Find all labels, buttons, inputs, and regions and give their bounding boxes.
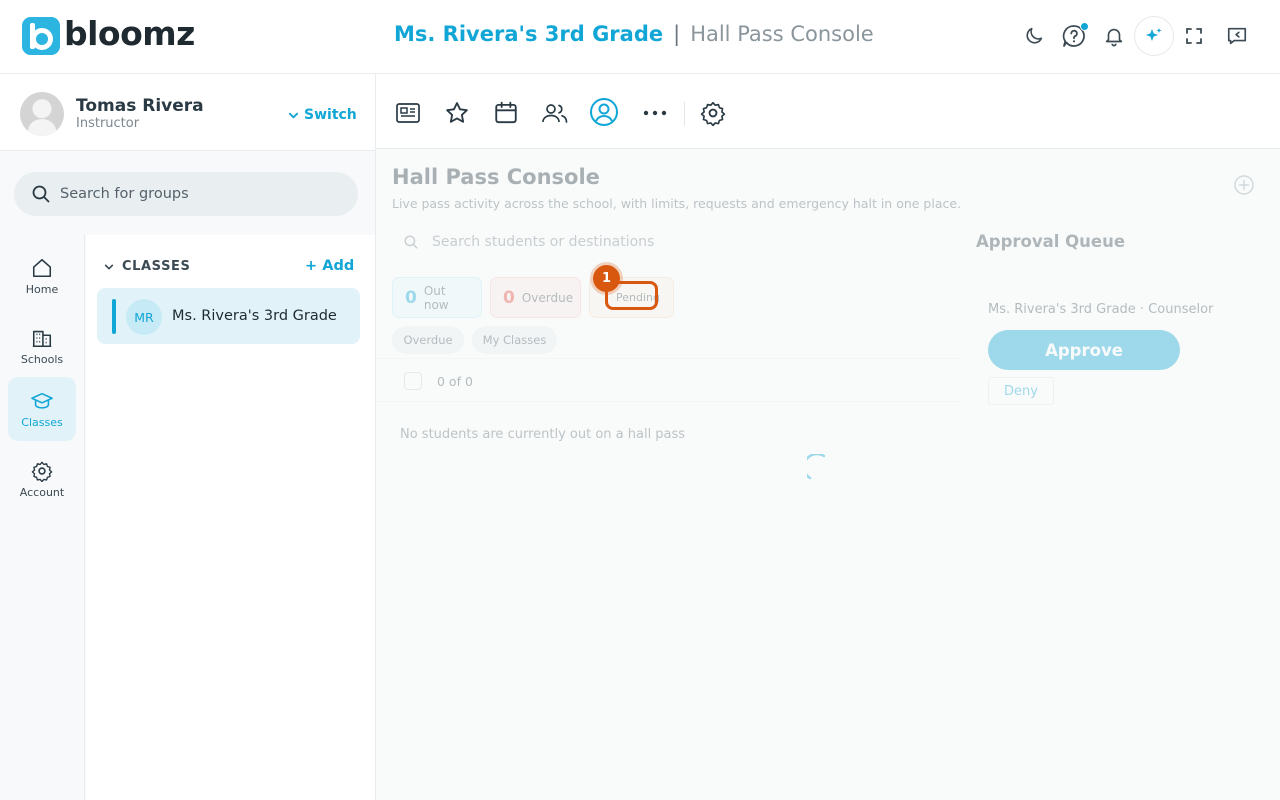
search-icon [404,235,418,249]
add-circle-icon[interactable] [1234,175,1254,195]
nav-label: Account [19,485,65,499]
approval-queue-card: Ms. Rivera's 3rd Grade · Counselor Appro… [960,262,1280,420]
overdue-label: Overdue [521,290,574,305]
add-class-label: Add [322,258,355,274]
settings-icon[interactable] [698,98,728,128]
overdue-count: 0 [503,287,515,308]
bloomz-logo-icon[interactable] [22,17,60,55]
chevron-down-icon [288,110,299,121]
tutorial-step-badge[interactable]: 1 [593,265,620,292]
left-pane: Search for groups Home Schools Classes A… [0,151,376,800]
nav-label: Classes [21,415,63,429]
nav-item-schools[interactable]: Schools [8,314,76,378]
nav-item-home[interactable]: Home [8,244,76,308]
queue-request-label: Ms. Rivera's 3rd Grade · Counselor [988,302,1214,317]
people-icon[interactable] [540,98,570,128]
out-now-label: Out now [423,283,449,312]
user-panel: Tomas Rivera Instructor Switch [0,74,376,151]
filter-my-classes[interactable]: My Classes [472,326,557,354]
student-search-input[interactable]: Search students or destinations [404,234,654,250]
approve-button[interactable]: Approve [988,330,1180,370]
nav-item-account[interactable]: Account [8,447,76,511]
class-title[interactable]: Ms. Rivera's 3rd Grade [394,22,663,46]
class-toolbar [376,74,1280,149]
user-role: Instructor [76,116,140,131]
add-class-button[interactable]: + Add [305,258,354,274]
student-count: 0 of 0 [437,374,473,389]
out-now-count: 0 [405,287,417,308]
empty-state-message: No students are currently out on a hall … [400,427,686,442]
class-list-item[interactable]: MR Ms. Rivera's 3rd Grade [97,288,360,344]
nav-item-classes[interactable]: Classes [8,377,76,441]
nav-rail: Home Schools Classes Account [0,235,85,800]
out-now-stat[interactable]: 0 Out now [392,277,482,318]
classes-panel: CLASSES + Add MR Ms. Rivera's 3rd Grade [86,235,375,800]
more-icon[interactable] [640,98,670,128]
class-name: Ms. Rivera's 3rd Grade [172,308,337,324]
page-header-title: Ms. Rivera's 3rd Grade | Hall Pass Console [394,22,874,46]
student-list-header: 0 of 0 [376,358,960,402]
top-header: bloomz Ms. Rivera's 3rd Grade | Hall Pass … [0,0,1280,74]
filter-overdue[interactable]: Overdue [392,326,464,354]
search-icon [32,185,50,203]
notification-dot-icon [1080,22,1089,31]
graduation-cap-icon [30,390,54,412]
home-icon [31,257,53,279]
avatar[interactable] [20,92,64,136]
classes-header[interactable]: CLASSES [104,259,190,274]
switch-button[interactable]: Switch [288,107,357,123]
newsfeed-icon[interactable] [393,98,423,128]
class-initials-badge: MR [126,299,162,335]
overdue-stat[interactable]: 0 Overdue [490,277,581,318]
deny-button[interactable]: Deny [988,377,1054,405]
console-subtitle: Live pass activity across the school, wi… [392,196,962,211]
brand-name: bloomz [64,14,195,53]
star-icon[interactable] [442,98,472,128]
calendar-icon[interactable] [491,98,521,128]
approval-queue-title: Approval Queue [976,232,1126,251]
plus-icon: + [305,258,318,274]
group-search-placeholder: Search for groups [60,186,189,202]
group-search-input[interactable]: Search for groups [14,172,358,216]
fullscreen-icon[interactable] [1176,18,1212,54]
chat-icon[interactable] [1219,18,1255,54]
chevron-down-icon [104,262,114,272]
student-search-placeholder: Search students or destinations [432,234,655,250]
switch-label: Switch [304,107,357,123]
active-indicator [112,299,116,334]
nav-label: Home [25,282,59,296]
loading-spinner-icon [807,454,827,482]
moon-icon[interactable] [1016,18,1052,54]
bell-icon[interactable] [1096,18,1132,54]
user-name: Tomas Rivera [76,96,204,116]
console-heading: Hall Pass Console [392,165,600,189]
building-icon [31,327,53,349]
select-all-checkbox[interactable] [404,372,422,390]
sparkle-icon[interactable] [1134,16,1174,56]
title-separator: | [673,22,681,46]
console-title: Hall Pass Console [690,22,874,46]
toolbar-divider [684,102,685,126]
gear-icon [31,460,53,482]
hall-pass-console: Hall Pass Console Live pass activity acr… [376,149,1280,800]
classes-header-label: CLASSES [122,259,191,274]
profile-icon[interactable] [588,96,620,128]
nav-label: Schools [20,352,64,366]
